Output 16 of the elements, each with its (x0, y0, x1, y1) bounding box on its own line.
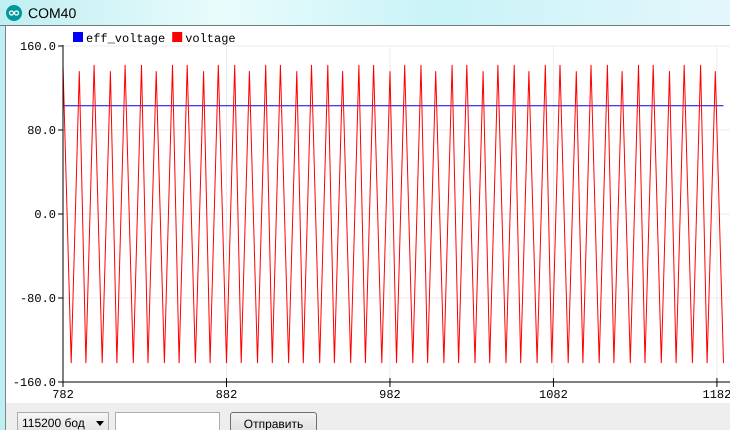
axis-label: 0.0 (34, 208, 56, 222)
window-title: COM40 (28, 4, 76, 20)
axis-label: 80.0 (27, 124, 56, 138)
caret-icon (96, 420, 104, 426)
baud-rate-dropdown[interactable]: 115200 бод (17, 412, 109, 430)
message-input-field[interactable] (115, 412, 220, 430)
axis-label: 882 (216, 388, 238, 402)
axis-label: 982 (379, 388, 401, 402)
axis-label: 782 (52, 388, 74, 402)
axis-label: 1082 (539, 388, 568, 402)
axis-label: -80.0 (20, 292, 56, 306)
axis-label: -160.0 (12, 376, 56, 390)
legend-label: voltage (185, 32, 236, 46)
legend-label: eff_voltage (86, 32, 166, 46)
app-logo-icon (6, 4, 22, 20)
axis-label: 160.0 (20, 40, 56, 54)
